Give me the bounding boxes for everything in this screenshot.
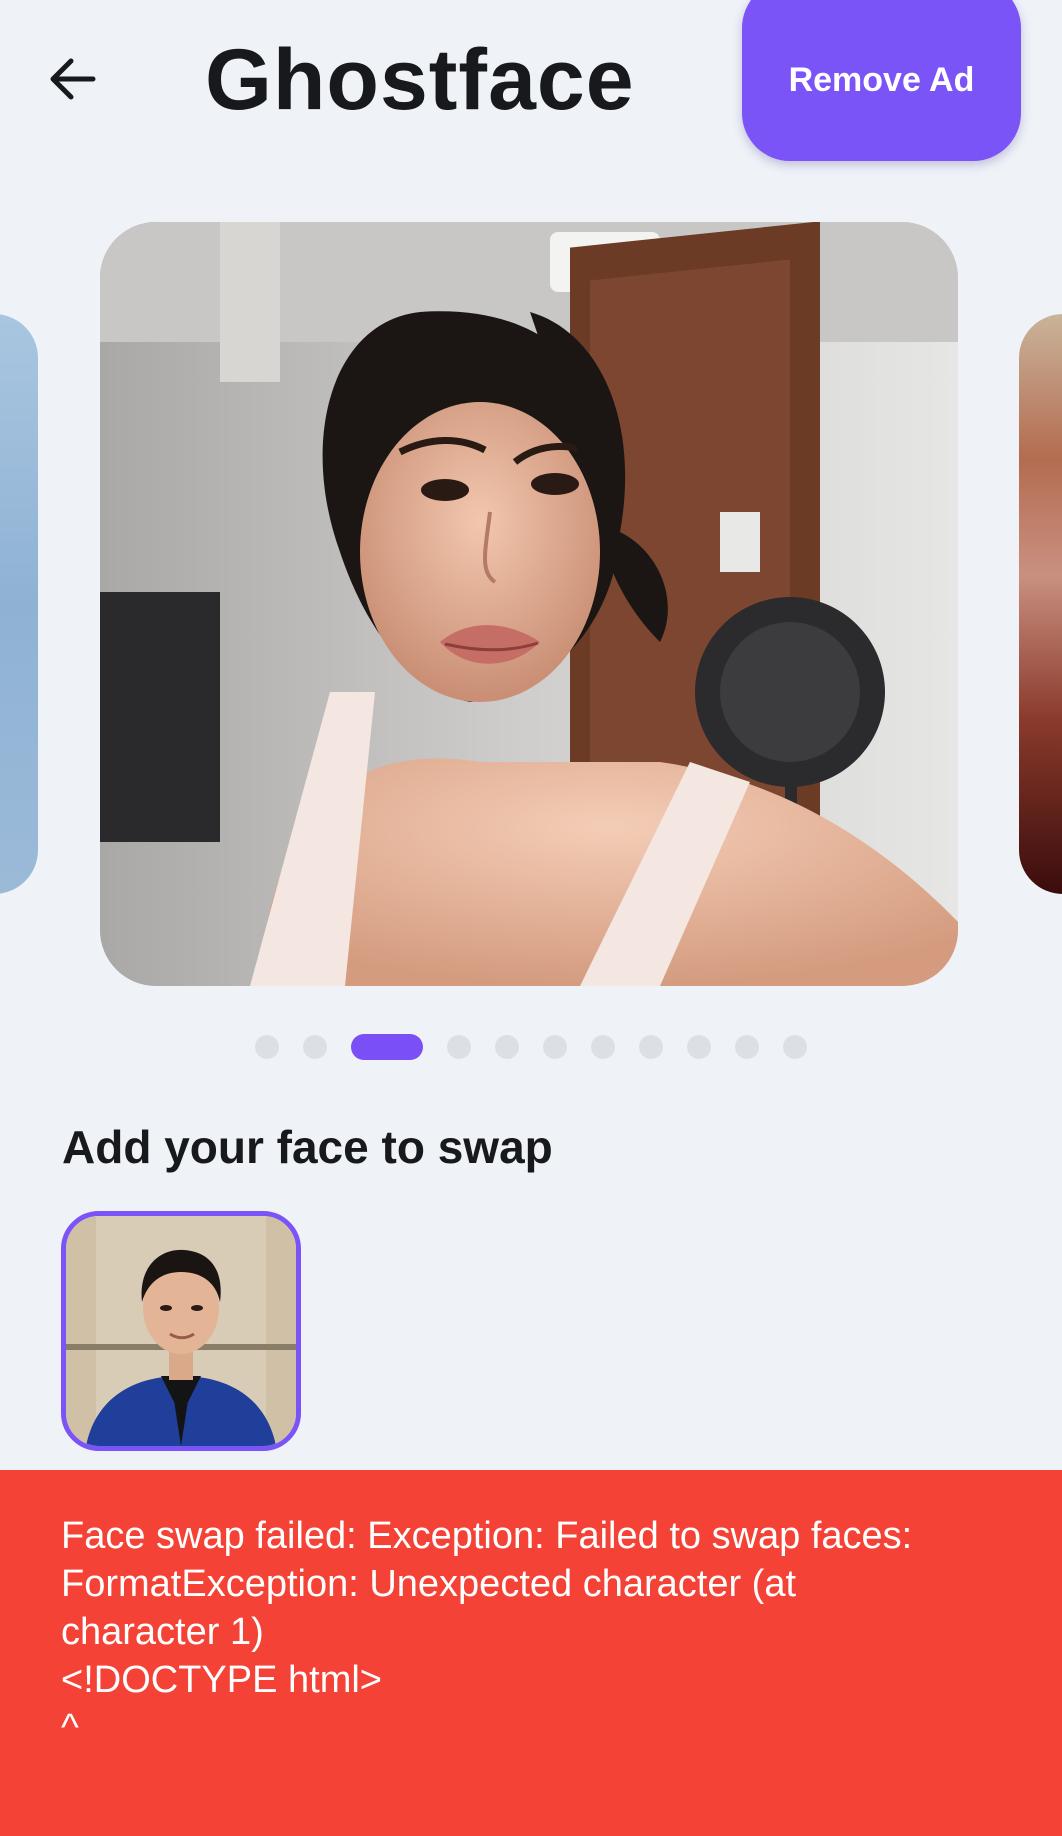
pagination-dot[interactable]: [447, 1035, 471, 1059]
back-button[interactable]: [38, 44, 108, 114]
error-message: Face swap failed: Exception: Failed to s…: [61, 1515, 913, 1749]
pagination-dot[interactable]: [783, 1035, 807, 1059]
selected-face-thumbnail[interactable]: [61, 1211, 301, 1451]
pagination-dot[interactable]: [591, 1035, 615, 1059]
pagination-dot[interactable]: [735, 1035, 759, 1059]
arrow-left-icon: [50, 58, 96, 100]
pagination-dot[interactable]: [303, 1035, 327, 1059]
pagination-dot[interactable]: [543, 1035, 567, 1059]
previous-template-card[interactable]: [0, 314, 38, 894]
pagination-dot[interactable]: [639, 1035, 663, 1059]
pagination-dot-active[interactable]: [351, 1034, 423, 1060]
pagination-dot[interactable]: [495, 1035, 519, 1059]
page-title: Ghostface: [205, 32, 635, 128]
pagination-dot[interactable]: [687, 1035, 711, 1059]
face-section-title: Add your face to swap: [62, 1121, 553, 1173]
template-carousel[interactable]: [0, 222, 1062, 986]
template-image[interactable]: [100, 222, 958, 986]
face-photo: [66, 1216, 296, 1446]
next-template-card[interactable]: [1019, 314, 1062, 894]
template-photo: [100, 222, 958, 986]
app-header: Ghostface Remove Ad: [0, 0, 1062, 170]
remove-ad-button[interactable]: Remove Ad: [742, 0, 1021, 161]
pagination-dot[interactable]: [255, 1035, 279, 1059]
error-snackbar: Face swap failed: Exception: Failed to s…: [0, 1470, 1062, 1836]
carousel-pagination: [0, 1032, 1062, 1060]
